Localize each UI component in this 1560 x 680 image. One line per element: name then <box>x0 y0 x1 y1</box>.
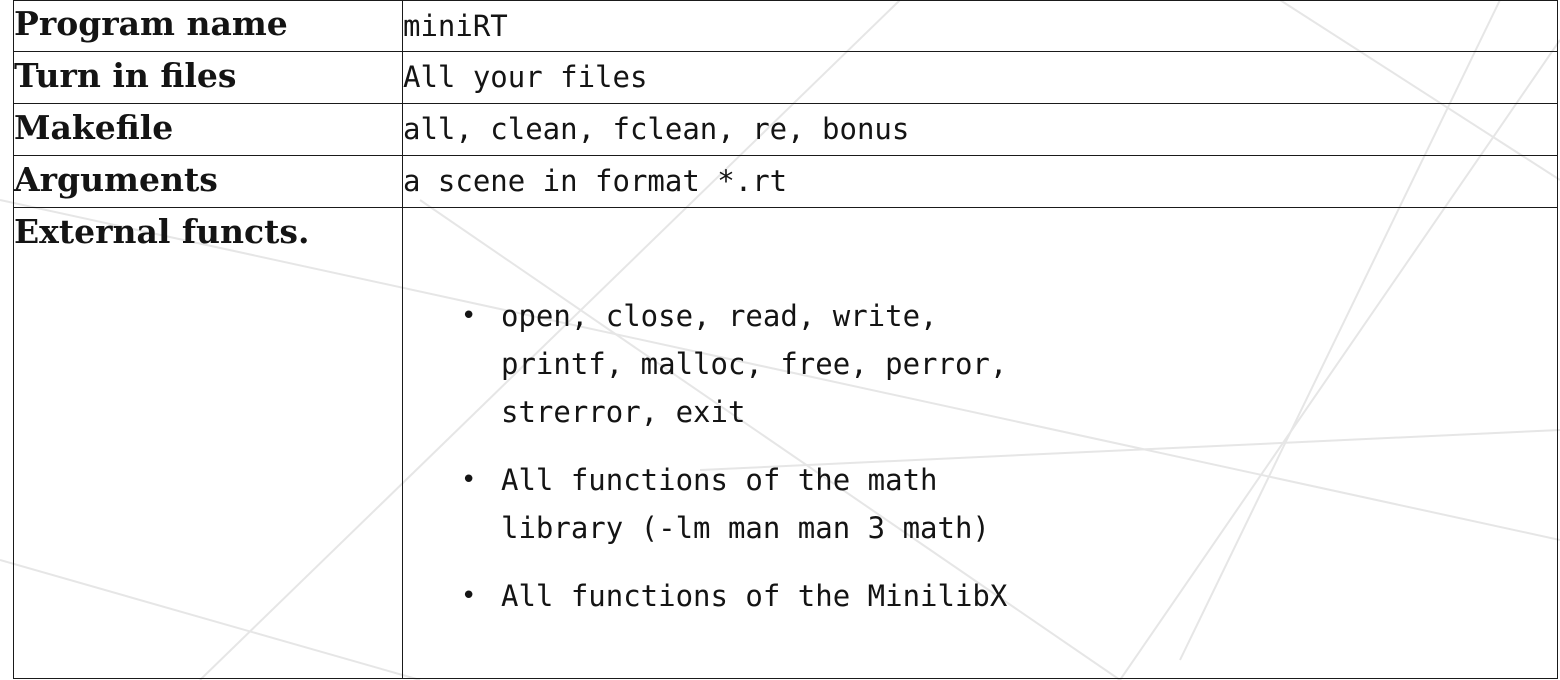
list-item: • All functions of the MinilibX <box>461 572 1161 620</box>
row-value: miniRT <box>402 0 1558 52</box>
list-item-line: All functions of the math <box>501 463 938 497</box>
table-row: Turn in files All your files <box>13 51 1558 104</box>
bullet-icon: • <box>461 465 477 495</box>
table-row: External functs. • open, close, read, wr… <box>13 207 1558 679</box>
external-functions-cell: • open, close, read, write, printf, mall… <box>402 207 1558 679</box>
list-item-line: open, close, read, write, <box>501 299 938 333</box>
list-item-line: library (-lm man man 3 math) <box>501 511 990 545</box>
row-label: Arguments <box>13 155 403 208</box>
external-functions-list: • open, close, read, write, printf, mall… <box>461 292 1161 620</box>
table-row: Arguments a scene in format *.rt <box>13 155 1558 208</box>
row-label: Program name <box>13 0 403 52</box>
row-value: a scene in format *.rt <box>402 155 1558 208</box>
row-value: all, clean, fclean, re, bonus <box>402 103 1558 156</box>
row-label: Makefile <box>13 103 403 156</box>
list-item: • open, close, read, write, printf, mall… <box>461 292 1161 436</box>
row-label: External functs. <box>13 207 403 679</box>
bullet-icon: • <box>461 581 477 611</box>
table-row: Program name miniRT <box>13 0 1558 52</box>
row-label: Turn in files <box>13 51 403 104</box>
list-item-line: printf, malloc, free, perror, <box>501 347 1008 381</box>
list-item: • All functions of the math library (-lm… <box>461 456 1161 552</box>
document-page: Program name miniRT Turn in files All yo… <box>0 0 1560 680</box>
list-item-line: strerror, exit <box>501 395 746 429</box>
bullet-icon: • <box>461 301 477 331</box>
list-item-line: All functions of the MinilibX <box>501 579 1008 613</box>
table-row: Makefile all, clean, fclean, re, bonus <box>13 103 1558 156</box>
project-spec-table: Program name miniRT Turn in files All yo… <box>13 0 1558 679</box>
row-value: All your files <box>402 51 1558 104</box>
